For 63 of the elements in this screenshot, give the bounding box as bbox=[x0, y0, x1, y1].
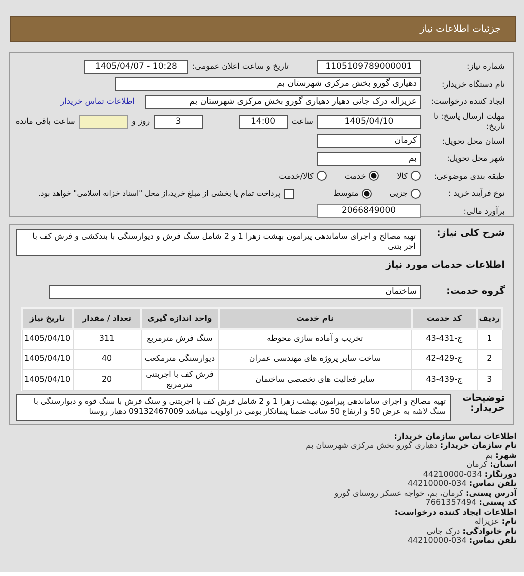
description-box: تهیه مصالح و اجرای ساماندهی پیرامون بهشت زهرا 1 و 2 شامل سنگ فرش و دیوارسنگی با بندکشی و فرش کف با اجر بتنی bbox=[16, 229, 421, 256]
table-cell: 1405/04/10 bbox=[22, 328, 74, 349]
table-cell: دیوارسنگی مترمکعب bbox=[141, 349, 219, 369]
field-label: تاریخ و ساعت اعلان عمومی: bbox=[192, 62, 289, 72]
table-cell: ج-439-43 bbox=[412, 369, 478, 390]
field-label: نام دستگاه خریدار: bbox=[441, 80, 505, 89]
contact-line: شهر: بم bbox=[486, 450, 517, 460]
text-field[interactable]: دهیاری گورو بخش مرکزی شهرستان بم bbox=[115, 77, 421, 92]
field-label: نوع فرآیند خرید : bbox=[447, 189, 505, 198]
page-title: جزئیات اطلاعات نیاز bbox=[420, 24, 501, 34]
table-cell: فرش کف با اجربتنی مترمربع bbox=[141, 369, 219, 390]
table-cell: تخریب و آماده سازی محوطه bbox=[218, 328, 412, 349]
contact-line: نام: عزیزاله bbox=[474, 517, 517, 526]
table-cell: 1 bbox=[477, 328, 502, 349]
table-cell: 1405/04/10 bbox=[22, 349, 74, 369]
field-label: شرح کلی نیاز: bbox=[436, 229, 505, 239]
contact-link[interactable]: اطلاعات تماس خریدار bbox=[60, 97, 135, 106]
table-cell: 40 bbox=[73, 349, 141, 369]
radio-option[interactable]: خدمت bbox=[344, 171, 380, 182]
table-cell: ج-429-42 bbox=[412, 349, 478, 369]
field-label: ساعت باقی مانده bbox=[16, 117, 76, 126]
time-field[interactable]: 14:00 bbox=[238, 114, 288, 128]
table-cell: سنگ فرش مترمربع bbox=[141, 328, 219, 349]
field-label: طبقه بندی موضوعی: bbox=[433, 172, 505, 181]
section-heading: اطلاعات تماس سازمان خریدار: bbox=[393, 432, 517, 441]
text-field[interactable]: عزیزاله درک جانی دهیار دهیاری گورو بخش مرکزی شهرستان بم bbox=[145, 94, 421, 109]
table-cell: ساخت سایر پروژه های مهندسی عمران bbox=[218, 349, 412, 369]
date-field[interactable]: 1405/04/10 bbox=[317, 114, 421, 128]
hours-field[interactable] bbox=[79, 114, 128, 128]
field-label: استان محل تحویل: bbox=[441, 136, 505, 146]
radio-option[interactable]: جزیی bbox=[390, 188, 421, 199]
section-heading: اطلاعات ایجاد کننده درخواست: bbox=[394, 508, 517, 517]
contact-line: نام خانوادگی: درک جانی bbox=[426, 526, 517, 536]
contact-line: آدرس پستی: کرمان، بم، خواجه عسکر روستای گورو bbox=[333, 488, 517, 498]
table-cell: 1405/04/10 bbox=[22, 369, 74, 390]
text-field[interactable]: ساختمان bbox=[49, 284, 421, 299]
radio-option[interactable]: کالا bbox=[397, 171, 421, 182]
text-field[interactable]: 1105109789000001 bbox=[317, 60, 421, 74]
contact-line: استان: کرمان bbox=[466, 460, 517, 470]
field-label: مهلت ارسال پاسخ: تا تاریخ: bbox=[432, 112, 505, 132]
field-label: ساعت bbox=[292, 117, 314, 126]
field-label: شماره نیاز: bbox=[466, 62, 505, 72]
table-cell: 311 bbox=[73, 328, 141, 349]
table-cell: ج-431-43 bbox=[412, 328, 478, 349]
field-label: شهر محل تحویل: bbox=[446, 154, 505, 164]
text-field[interactable]: 1405/04/07 - 10:28 bbox=[84, 60, 188, 74]
text-field[interactable]: بم bbox=[317, 152, 421, 166]
days-field[interactable]: 3 bbox=[154, 114, 203, 128]
field-label: برآورد مالی: bbox=[462, 206, 505, 216]
field-label: ایجاد کننده درخواست: bbox=[430, 97, 505, 106]
budget-field[interactable]: 2066849000 bbox=[317, 204, 421, 218]
table-cell: 2 bbox=[477, 349, 502, 369]
field-label: توضیحات خریدار: bbox=[461, 394, 505, 414]
radio-option[interactable]: متوسط bbox=[334, 188, 372, 199]
contact-line: نام سازمان خریدار: دهیاری گورو بخش مرکزی شهرستان بم bbox=[305, 441, 517, 450]
text-field[interactable]: کرمان bbox=[317, 134, 421, 148]
table-cell: 3 bbox=[477, 369, 502, 390]
section-title: اطلاعات خدمات مورد نیاز bbox=[384, 260, 505, 271]
field-label: روز و bbox=[132, 117, 150, 126]
table-cell: سایر فعالیت های تخصصی ساختمان bbox=[218, 369, 412, 390]
radio-option[interactable]: کالا/خدمت bbox=[279, 171, 327, 182]
field-label: گروه خدمت: bbox=[446, 286, 505, 298]
table-cell: 20 bbox=[73, 369, 141, 390]
